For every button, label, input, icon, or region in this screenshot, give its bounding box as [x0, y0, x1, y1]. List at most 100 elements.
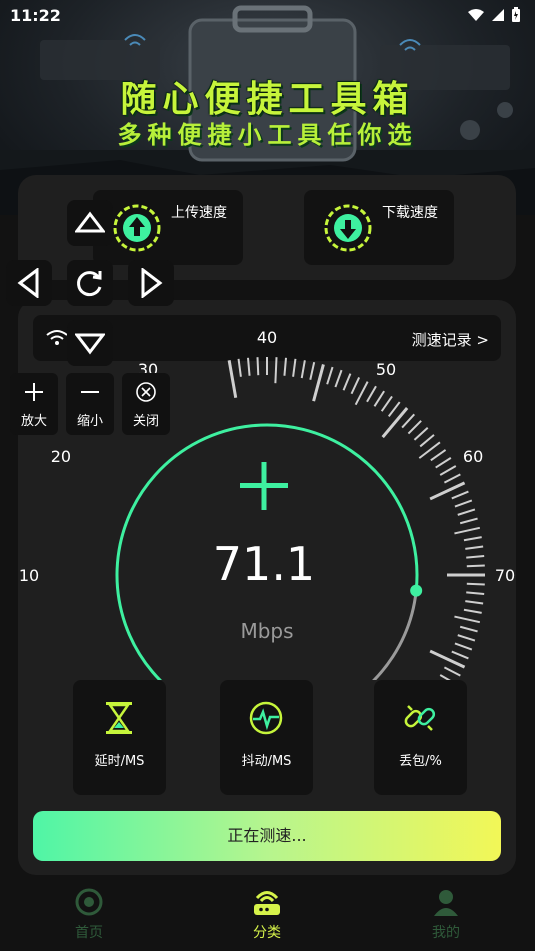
arrow-up-button[interactable] — [67, 200, 113, 246]
gauge-minor-tick — [407, 420, 422, 435]
gauge-minor-tick — [463, 536, 482, 542]
gauge-major-tick — [429, 649, 466, 669]
gauge-minor-tick — [274, 357, 278, 384]
nav-item-category[interactable]: 分类 — [227, 888, 307, 942]
broken-link-icon — [404, 705, 436, 731]
gauge-indicator-dot — [410, 584, 423, 597]
gauge-minor-tick — [451, 490, 469, 500]
hourglass-icon — [106, 702, 132, 734]
arrow-up-icon — [75, 211, 105, 233]
arrow-down-button[interactable] — [67, 320, 113, 366]
gauge-minor-tick — [463, 608, 482, 614]
gauge-minor-tick — [373, 390, 385, 407]
speedtest-button[interactable]: 正在测速... — [33, 811, 501, 861]
gauge-tick-label: 40 — [257, 328, 277, 347]
home-icon — [75, 888, 103, 916]
gauge-major-tick — [381, 407, 409, 439]
gauge-minor-tick — [326, 366, 334, 385]
upload-icon — [113, 204, 161, 252]
gauge-minor-tick — [350, 377, 361, 395]
speed-unit: Mbps — [240, 619, 293, 643]
gauge-minor-tick — [256, 357, 260, 376]
gauge-minor-tick — [237, 358, 242, 377]
gauge-minor-tick — [457, 634, 476, 642]
gauge-minor-tick — [283, 357, 287, 376]
close-icon — [136, 382, 156, 402]
nav-label-category: 分类 — [253, 925, 281, 941]
arrow-left-icon — [17, 268, 39, 298]
download-speed-box[interactable]: 下载速度 — [304, 190, 454, 265]
gauge-minor-tick — [292, 358, 297, 377]
gauge-tick-label: 20 — [51, 447, 71, 466]
zoom-out-label: 缩小 — [76, 414, 103, 429]
gauge-minor-tick — [459, 625, 478, 633]
zoom-panel: 放大 缩小 关闭 — [0, 373, 180, 438]
gauge-tick-label: 70 — [495, 566, 515, 585]
nav-item-home[interactable]: 首页 — [49, 888, 129, 942]
zoom-in-label: 放大 — [20, 414, 47, 429]
packet-loss-label: 丢包/% — [399, 754, 442, 769]
gauge-minor-tick — [466, 582, 485, 586]
gauge-minor-tick — [466, 564, 485, 568]
arrow-down-icon — [75, 333, 105, 355]
arrow-right-button[interactable] — [128, 260, 174, 306]
gauge-major-tick — [429, 481, 466, 501]
gauge-minor-tick — [454, 615, 481, 624]
gauge-minor-tick — [466, 555, 485, 559]
gauge-minor-tick — [334, 369, 343, 388]
plus-icon — [25, 383, 43, 401]
gauge-minor-tick — [430, 449, 447, 462]
nav-label-home: 首页 — [75, 925, 103, 941]
gauge-minor-tick — [401, 413, 416, 429]
gauge-major-tick — [312, 364, 325, 402]
close-label: 关闭 — [132, 414, 159, 429]
packet-loss-box: 丢包/% — [374, 680, 467, 795]
gauge-tick-label: 50 — [376, 360, 396, 379]
close-button[interactable]: 关闭 — [122, 373, 170, 435]
gauge-minor-tick — [309, 361, 316, 380]
user-icon — [434, 890, 458, 916]
gauge-minor-tick — [413, 426, 429, 441]
nav-label-profile: 我的 — [432, 925, 460, 941]
gauge-tick-label: 60 — [463, 447, 483, 466]
bottom-nav: 首页 分类 我的 — [0, 880, 535, 951]
gauge-minor-tick — [457, 508, 476, 516]
gauge-minor-tick — [435, 457, 452, 469]
zoom-in-button[interactable]: 放大 — [10, 373, 58, 435]
zoom-out-button[interactable]: 缩小 — [66, 373, 114, 435]
status-bar: 11:22 — [0, 0, 535, 30]
upload-speed-box[interactable]: 上传速度 — [93, 190, 243, 265]
router-icon — [254, 891, 280, 915]
banner-subtitle: 多种便捷小工具任你选 — [117, 121, 418, 149]
wifi-icon — [468, 9, 484, 21]
gauge-minor-tick — [443, 473, 461, 484]
gauge-minor-tick — [439, 465, 457, 476]
gauge-minor-tick — [454, 526, 481, 535]
latency-box: 延时/MS — [73, 680, 166, 795]
gauge-minor-tick — [465, 545, 484, 550]
upload-speed-label: 上传速度 — [171, 205, 227, 221]
download-speed-label: 下载速度 — [382, 205, 438, 221]
signal-icon — [492, 9, 504, 21]
pulse-icon — [249, 701, 283, 735]
gauge-minor-tick — [419, 434, 435, 448]
refresh-icon — [77, 271, 102, 297]
gauge-minor-tick — [443, 666, 461, 677]
gauge-minor-tick — [454, 642, 473, 651]
gauge-minor-tick — [465, 600, 484, 605]
arrow-right-icon — [141, 268, 163, 298]
gauge-minor-tick — [342, 373, 352, 391]
gauge-tick-label: 10 — [19, 566, 39, 585]
gauge-minor-tick — [354, 381, 369, 406]
gauge-minor-tick — [451, 650, 469, 660]
minus-icon — [81, 391, 99, 393]
arrow-left-button[interactable] — [6, 260, 52, 306]
status-time: 11:22 — [10, 6, 61, 25]
refresh-button[interactable] — [67, 260, 113, 306]
gauge-minor-tick — [459, 517, 478, 525]
nav-item-profile[interactable]: 我的 — [406, 888, 486, 942]
download-icon — [324, 204, 372, 252]
gauge-minor-tick — [380, 395, 393, 412]
speed-value: 71.1 — [213, 537, 315, 591]
status-icons — [467, 7, 521, 23]
